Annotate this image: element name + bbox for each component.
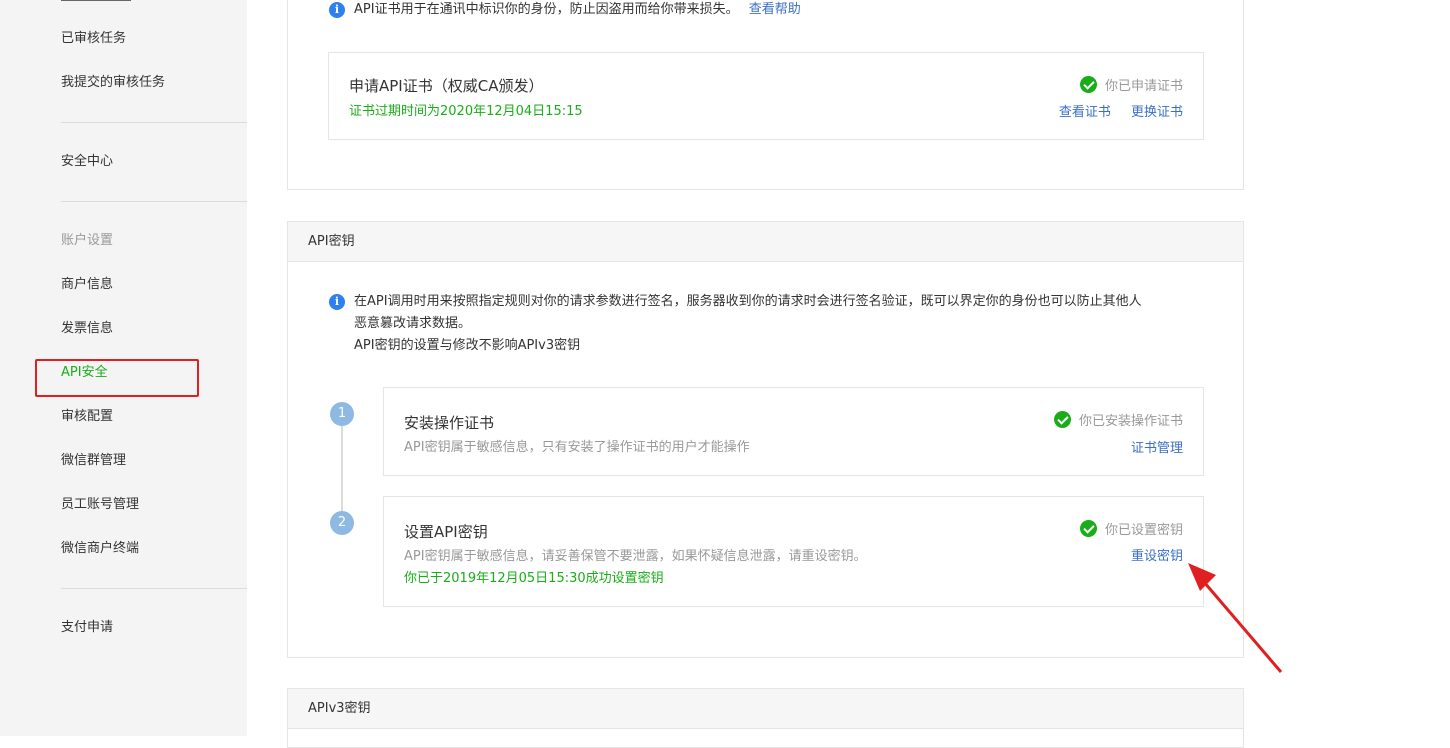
- sidebar-item-merchant-info[interactable]: 商户信息: [61, 276, 113, 294]
- step-connector: [341, 422, 343, 512]
- sidebar-group-account-settings: 账户设置: [61, 233, 114, 248]
- check-circle-icon: [1079, 520, 1097, 537]
- apiv3-key-panel: APIv3密钥: [287, 688, 1244, 748]
- step-desc: API密钥属于敏感信息，只有安装了操作证书的用户才能操作: [404, 440, 750, 455]
- reset-key-link[interactable]: 重设密钥: [1131, 545, 1183, 564]
- step-note: 你已于2019年12月05日15:30成功设置密钥: [404, 571, 664, 586]
- sidebar-item-pay-apply[interactable]: 支付申请: [61, 619, 113, 637]
- sidebar-item-security-center[interactable]: 安全中心: [61, 153, 113, 171]
- key-info-line1: 在API调用时用来按照指定规则对你的请求参数进行签名，服务器收到你的请求时会进行…: [354, 294, 1142, 309]
- arrow-shaft: [1196, 574, 1283, 673]
- annotation-highlight-box: [35, 359, 199, 397]
- sidebar-item-merchant-terminal[interactable]: 微信商户终端: [61, 540, 139, 558]
- step-desc: API密钥属于敏感信息，请妥善保管不要泄露，如果怀疑信息泄露，请重设密钥。: [404, 549, 867, 564]
- apiv3-key-header: APIv3密钥: [288, 689, 1243, 729]
- annotation-arrow: [1188, 563, 1283, 673]
- api-key-panel: API密钥 i 在API调用时用来按照指定规则对你的请求参数进行签名，服务器收到…: [287, 221, 1244, 658]
- cert-manage-link[interactable]: 证书管理: [1131, 437, 1183, 456]
- sidebar-divider: [61, 588, 247, 589]
- sidebar-item-my-review-tasks[interactable]: 我提交的审核任务: [61, 74, 165, 92]
- cert-status: 你已申请证书: [1079, 75, 1183, 94]
- api-cert-card: 申请API证书（权威CA颁发） 证书过期时间为2020年12月04日15:15 …: [328, 52, 1204, 140]
- step-status-text: 你已安装操作证书: [1078, 414, 1183, 429]
- help-link[interactable]: 查看帮助: [749, 2, 801, 17]
- sidebar-item-invoice-info[interactable]: 发票信息: [61, 320, 113, 338]
- step-card-set-key: 设置API密钥 API密钥属于敏感信息，请妥善保管不要泄露，如果怀疑信息泄露，请…: [383, 496, 1204, 607]
- check-circle-icon: [1079, 76, 1097, 93]
- key-info-line2: 恶意篡改请求数据。: [354, 316, 472, 331]
- step-status: 你已设置密钥: [1079, 519, 1183, 538]
- arrow-head: [1188, 563, 1216, 591]
- step-number: 1: [330, 402, 354, 426]
- step-status: 你已安装操作证书: [1053, 410, 1183, 429]
- sidebar-item-review-config[interactable]: 审核配置: [61, 408, 113, 426]
- step-status-text: 你已设置密钥: [1104, 523, 1183, 538]
- sidebar-divider: [61, 122, 247, 123]
- sidebar-divider: [61, 201, 247, 202]
- sidebar-item-wechat-group[interactable]: 微信群管理: [61, 452, 126, 470]
- cert-info-text: API证书用于在通讯中标识你的身份，防止因盗用而给你带来损失。: [354, 2, 739, 17]
- step-title: 设置API密钥: [404, 523, 488, 541]
- api-key-header: API密钥: [288, 222, 1243, 262]
- check-circle-icon: [1053, 411, 1071, 428]
- cert-actions: 查看证书 更换证书: [1059, 101, 1183, 120]
- key-info-line3: API密钥的设置与修改不影响APIv3密钥: [354, 338, 581, 353]
- sidebar-item-partial[interactable]: [61, 0, 131, 7]
- sidebar-item-staff-accounts[interactable]: 员工账号管理: [61, 496, 139, 514]
- step-card-install-cert: 安装操作证书 API密钥属于敏感信息，只有安装了操作证书的用户才能操作 你已安装…: [383, 387, 1204, 476]
- sidebar-item-reviewed-tasks[interactable]: 已审核任务: [61, 30, 126, 48]
- cert-status-text: 你已申请证书: [1104, 79, 1183, 94]
- view-cert-link[interactable]: 查看证书: [1059, 105, 1111, 120]
- step-title: 安装操作证书: [404, 414, 495, 432]
- replace-cert-link[interactable]: 更换证书: [1131, 105, 1183, 120]
- info-icon: i: [329, 294, 345, 310]
- info-icon: i: [329, 2, 345, 18]
- cert-expiry-text: 证书过期时间为2020年12月04日15:15: [349, 104, 583, 119]
- api-cert-panel: i API证书用于在通讯中标识你的身份，防止因盗用而给你带来损失。 查看帮助 申…: [287, 0, 1244, 190]
- step-number: 2: [330, 511, 354, 535]
- cert-info: API证书用于在通讯中标识你的身份，防止因盗用而给你带来损失。 查看帮助: [354, 0, 801, 21]
- cert-card-title: 申请API证书（权威CA颁发）: [349, 77, 544, 95]
